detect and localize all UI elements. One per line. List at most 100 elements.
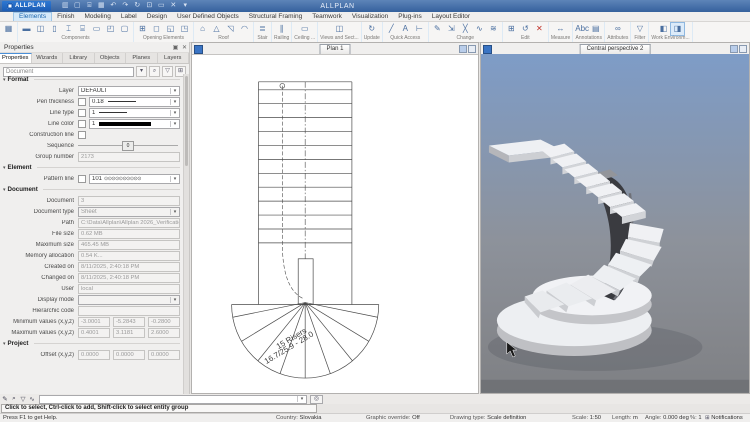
text-field[interactable]: 3.1181 <box>113 327 145 338</box>
menu-tab-design[interactable]: Design <box>142 12 172 21</box>
text-field[interactable]: -0.2800 <box>148 316 180 327</box>
dropdown[interactable]: DEFAULT ▾ <box>78 85 180 96</box>
annotation-sheet-icon[interactable]: ▤ <box>589 23 602 35</box>
text-field[interactable]: 0.0000 <box>78 349 110 360</box>
text-field[interactable] <box>78 305 180 316</box>
menu-tab-finish[interactable]: Finish <box>52 12 79 21</box>
slab-icon[interactable]: ▭ <box>90 23 103 35</box>
pin-icon[interactable]: ▣ <box>171 44 180 51</box>
refresh-icon[interactable]: ↻ <box>133 1 142 11</box>
menu-tab-visualization[interactable]: Visualization <box>347 12 393 21</box>
checkbox[interactable] <box>78 97 86 106</box>
match-properties-icon[interactable]: ≋ <box>487 23 500 35</box>
viewport-menu-icon[interactable] <box>483 45 492 54</box>
room-icon[interactable]: ▢ <box>118 23 131 35</box>
tab-properties[interactable]: Properties <box>0 53 32 63</box>
target-icon[interactable]: ◎ <box>310 394 323 404</box>
perspective-canvas[interactable] <box>481 54 749 393</box>
tab-objects[interactable]: Objects <box>95 53 126 63</box>
text-field[interactable]: 0.54 K... <box>78 250 180 261</box>
text-field[interactable]: 2173 <box>78 151 180 162</box>
menu-tab-elements[interactable]: Elements <box>13 12 53 21</box>
section-view-icon[interactable]: ◫ <box>333 23 346 35</box>
task-board-icon[interactable]: ▦ <box>2 23 15 35</box>
abc-text-icon[interactable]: Abc <box>575 23 589 35</box>
wall-icon[interactable]: ▬ <box>20 23 33 35</box>
checkbox[interactable] <box>78 108 86 117</box>
text-field[interactable]: 0.0000 <box>148 349 180 360</box>
clipboard-icon[interactable]: ▥ <box>61 1 70 11</box>
slider-handle[interactable]: 0 <box>122 141 134 151</box>
measure-icon[interactable]: ↔ <box>554 23 567 35</box>
pin-icon[interactable]: ▽ <box>19 395 27 403</box>
viewport-maximize-icon[interactable] <box>730 45 738 53</box>
edit-pencil-icon[interactable]: ✎ <box>431 23 444 35</box>
layout-icon[interactable]: ▭ <box>157 1 166 11</box>
section-header[interactable]: ▾ Format <box>0 74 184 85</box>
viewport-maximize-icon[interactable] <box>459 45 467 53</box>
perspective-tab[interactable]: Central perspective 2 <box>579 44 651 54</box>
menu-tab-user-defined-objects[interactable]: User Defined Objects <box>172 12 244 21</box>
recess-icon[interactable]: ◳ <box>178 23 191 35</box>
dropdown[interactable]: Sheet ▾ <box>78 206 180 217</box>
perspective-viewport[interactable]: Central perspective 2 <box>480 42 750 394</box>
text-field[interactable]: -5.2843 <box>113 316 145 327</box>
menu-tab-label[interactable]: Label <box>116 12 142 21</box>
save-file-icon[interactable]: ▦ <box>97 1 106 11</box>
plan-canvas[interactable]: 15 Risers 16.7/25.9 - 28.0 <box>192 54 478 393</box>
close-icon[interactable]: ✕ <box>180 44 189 51</box>
checkbox[interactable] <box>78 130 86 139</box>
close-icon[interactable]: ✕ <box>169 1 178 11</box>
wave-icon[interactable]: ∿ <box>28 395 36 403</box>
offset-icon[interactable]: ⇲ <box>445 23 458 35</box>
viewport-close-icon[interactable] <box>468 45 476 53</box>
text-field[interactable]: 465.45 MB <box>78 239 180 250</box>
text-icon[interactable]: A <box>399 23 412 35</box>
section-header[interactable]: ▾ Project <box>0 338 184 349</box>
menu-tab-plug-ins[interactable]: Plug-ins <box>393 12 426 21</box>
menu-tab-layout-editor[interactable]: Layout Editor <box>427 12 475 21</box>
tab-wizards[interactable]: Wizards <box>32 53 63 63</box>
rotate-icon[interactable]: ↺ <box>519 23 532 35</box>
strip-foundation-icon[interactable]: ⌸ <box>76 23 89 35</box>
skylight-icon[interactable]: ◹ <box>224 23 237 35</box>
attributes-glasses-icon[interactable]: ∞ <box>611 23 624 35</box>
roof-plane-icon[interactable]: ⌂ <box>196 23 209 35</box>
dropdown[interactable]: 1 ▾ <box>89 118 180 129</box>
text-field[interactable]: 3 <box>78 195 180 206</box>
text-field[interactable]: 8/11/2025, 2:40:18 PM <box>78 261 180 272</box>
new-file-icon[interactable]: ▢ <box>73 1 82 11</box>
text-field[interactable]: 0.4001 <box>78 327 110 338</box>
downstand-beam-icon[interactable]: ⌶ <box>62 23 75 35</box>
wall-pillar-icon[interactable]: ◫ <box>34 23 47 35</box>
trim-icon[interactable]: ╳ <box>459 23 472 35</box>
menu-tab-teamwork[interactable]: Teamwork <box>307 12 347 21</box>
open-file-icon[interactable]: ⌸ <box>85 1 94 11</box>
pen-icon[interactable]: ⌕ <box>10 395 18 403</box>
dimension-line-icon[interactable]: ⊢ <box>413 23 426 35</box>
line-icon[interactable]: ╱ <box>385 23 398 35</box>
match-icon[interactable]: ✎ <box>1 395 9 403</box>
wave-icon[interactable]: ∿ <box>473 23 486 35</box>
isometric-view-icon[interactable]: ◨ <box>670 22 686 36</box>
dropdown[interactable]: 1 ▾ <box>89 107 180 118</box>
text-field[interactable]: 8/11/2025, 2:40:18 PM <box>78 272 180 283</box>
tab-library[interactable]: Library <box>63 53 95 63</box>
text-field[interactable]: 0.62 MB <box>78 228 180 239</box>
dropdown[interactable]: 101 ⊙⊙⊙⊙⊙⊙⊙⊙⊙⊙ ▾ <box>89 173 180 184</box>
redo-icon[interactable]: ↷ <box>121 1 130 11</box>
checkbox[interactable] <box>78 119 86 128</box>
checkbox[interactable] <box>78 174 86 183</box>
filter-funnel-icon[interactable]: ▽ <box>633 23 646 35</box>
roof-frame-icon[interactable]: △ <box>210 23 223 35</box>
slider[interactable]: 0 <box>78 141 178 151</box>
allplan-logo[interactable]: ALLPLAN <box>2 1 51 11</box>
text-field[interactable]: local <box>78 283 180 294</box>
tab-planes[interactable]: Planes <box>126 53 158 63</box>
properties-scrollbar[interactable] <box>183 74 189 394</box>
plan-view-icon[interactable]: ◧ <box>657 23 670 35</box>
wall-opening-icon[interactable]: ◱ <box>164 23 177 35</box>
more-icon[interactable]: ▾ <box>181 1 190 11</box>
chimney-icon[interactable]: ◰ <box>104 23 117 35</box>
text-field[interactable]: C:\Data\Allplan\Allplan 2026_Verificatio… <box>78 217 180 228</box>
